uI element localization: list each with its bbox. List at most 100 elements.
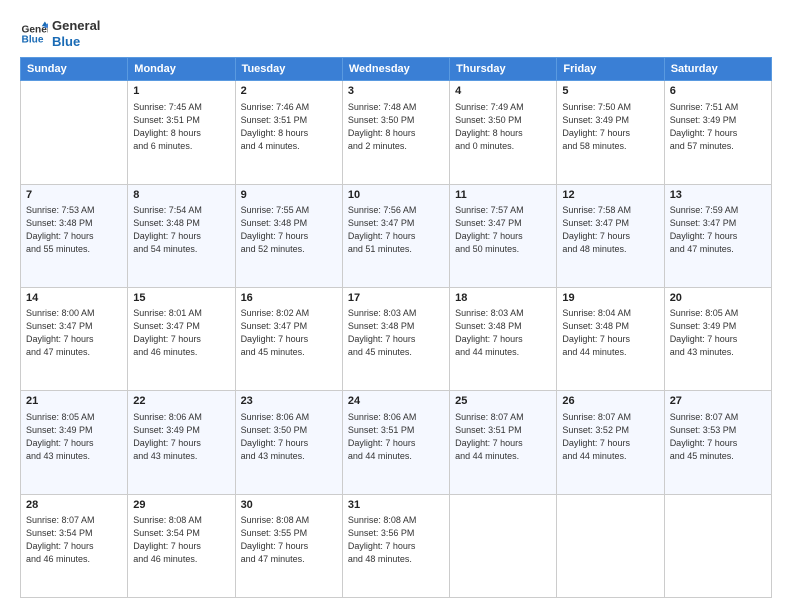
day-info: Sunrise: 7:57 AMSunset: 3:47 PMDaylight:… <box>455 204 551 256</box>
calendar-cell: 24 Sunrise: 8:06 AMSunset: 3:51 PMDayligh… <box>342 391 449 494</box>
calendar-table: SundayMondayTuesdayWednesdayThursdayFrid… <box>20 57 772 598</box>
calendar-cell: 30Sunrise: 8:08 AMSunset: 3:55 PMDayligh… <box>235 494 342 597</box>
day-info: Sunrise: 8:08 AMSunset: 3:54 PMDaylight:… <box>133 514 229 566</box>
day-number: 24 <box>348 394 444 409</box>
calendar-cell: 20Sunrise: 8:05 AMSunset: 3:49 PMDayligh… <box>664 287 771 390</box>
calendar-cell: 13Sunrise: 7:59 AMSunset: 3:47 PMDayligh… <box>664 184 771 287</box>
calendar-cell: 25Sunrise: 8:07 AMSunset: 3:51 PMDayligh… <box>450 391 557 494</box>
day-info: Sunrise: 8:06 AMSunset: 3:50 PMDaylight:… <box>241 411 337 463</box>
calendar-cell: 22Sunrise: 8:06 AMSunset: 3:49 PMDayligh… <box>128 391 235 494</box>
calendar-cell: 5 Sunrise: 7:50 AMSunset: 3:49 PMDaylight… <box>557 81 664 184</box>
day-number: 13 <box>670 188 766 203</box>
day-number: 12 <box>562 188 658 203</box>
day-info: Sunrise: 8:08 AMSunset: 3:56 PMDaylight:… <box>348 514 444 566</box>
day-number: 23 <box>241 394 337 409</box>
day-info: Sunrise: 8:05 AMSunset: 3:49 PMDaylight:… <box>26 411 122 463</box>
day-number: 20 <box>670 291 766 306</box>
day-number: 9 <box>241 188 337 203</box>
logo-icon: General Blue <box>20 20 48 48</box>
calendar-cell: 26 Sunrise: 8:07 AMSunset: 3:52 PMDayligh… <box>557 391 664 494</box>
calendar-cell: 2 Sunrise: 7:46 AMSunset: 3:51 PMDaylight… <box>235 81 342 184</box>
day-number: 4 <box>455 84 551 99</box>
day-number: 10 <box>348 188 444 203</box>
svg-text:Blue: Blue <box>22 34 44 45</box>
calendar-cell: 6 Sunrise: 7:51 AMSunset: 3:49 PMDaylight… <box>664 81 771 184</box>
day-info: Sunrise: 8:06 AMSunset: 3:51 PMDaylight:… <box>348 411 444 463</box>
calendar-cell: 4 Sunrise: 7:49 AMSunset: 3:50 PMDaylight… <box>450 81 557 184</box>
day-info: Sunrise: 7:48 AMSunset: 3:50 PMDaylight:… <box>348 101 444 153</box>
day-number: 6 <box>670 84 766 99</box>
logo: General Blue General Blue <box>20 18 100 49</box>
calendar-cell: 11Sunrise: 7:57 AMSunset: 3:47 PMDayligh… <box>450 184 557 287</box>
day-info: Sunrise: 7:54 AMSunset: 3:48 PMDaylight:… <box>133 204 229 256</box>
calendar-cell: 21Sunrise: 8:05 AMSunset: 3:49 PMDayligh… <box>21 391 128 494</box>
day-info: Sunrise: 7:56 AMSunset: 3:47 PMDaylight:… <box>348 204 444 256</box>
day-number: 27 <box>670 394 766 409</box>
day-of-week-header: Wednesday <box>342 58 449 81</box>
day-number: 17 <box>348 291 444 306</box>
day-info: Sunrise: 7:50 AMSunset: 3:49 PMDaylight:… <box>562 101 658 153</box>
day-of-week-header: Saturday <box>664 58 771 81</box>
calendar-cell: 31Sunrise: 8:08 AMSunset: 3:56 PMDayligh… <box>342 494 449 597</box>
day-number: 26 <box>562 394 658 409</box>
day-info: Sunrise: 8:07 AMSunset: 3:53 PMDaylight:… <box>670 411 766 463</box>
calendar-cell: 28Sunrise: 8:07 AMSunset: 3:54 PMDayligh… <box>21 494 128 597</box>
day-number: 29 <box>133 498 229 513</box>
day-number: 7 <box>26 188 122 203</box>
calendar-cell: 19Sunrise: 8:04 AMSunset: 3:48 PMDayligh… <box>557 287 664 390</box>
calendar-cell: 18Sunrise: 8:03 AMSunset: 3:48 PMDayligh… <box>450 287 557 390</box>
day-info: Sunrise: 7:58 AMSunset: 3:47 PMDaylight:… <box>562 204 658 256</box>
day-info: Sunrise: 8:06 AMSunset: 3:49 PMDaylight:… <box>133 411 229 463</box>
day-info: Sunrise: 8:02 AMSunset: 3:47 PMDaylight:… <box>241 307 337 359</box>
day-number: 11 <box>455 188 551 203</box>
day-of-week-header: Monday <box>128 58 235 81</box>
day-number: 30 <box>241 498 337 513</box>
calendar-cell: 9Sunrise: 7:55 AMSunset: 3:48 PMDaylight… <box>235 184 342 287</box>
day-info: Sunrise: 7:59 AMSunset: 3:47 PMDaylight:… <box>670 204 766 256</box>
day-number: 5 <box>562 84 658 99</box>
calendar-cell: 7Sunrise: 7:53 AMSunset: 3:48 PMDaylight… <box>21 184 128 287</box>
logo-text: General Blue <box>52 18 100 49</box>
day-number: 25 <box>455 394 551 409</box>
calendar-cell: 15Sunrise: 8:01 AMSunset: 3:47 PMDayligh… <box>128 287 235 390</box>
day-number: 1 <box>133 84 229 99</box>
day-info: Sunrise: 7:53 AMSunset: 3:48 PMDaylight:… <box>26 204 122 256</box>
calendar-cell <box>21 81 128 184</box>
calendar-cell <box>557 494 664 597</box>
calendar-header-row: SundayMondayTuesdayWednesdayThursdayFrid… <box>21 58 772 81</box>
calendar-cell: 14Sunrise: 8:00 AMSunset: 3:47 PMDayligh… <box>21 287 128 390</box>
day-info: Sunrise: 7:49 AMSunset: 3:50 PMDaylight:… <box>455 101 551 153</box>
day-of-week-header: Thursday <box>450 58 557 81</box>
calendar-cell: 12Sunrise: 7:58 AMSunset: 3:47 PMDayligh… <box>557 184 664 287</box>
day-info: Sunrise: 8:07 AMSunset: 3:52 PMDaylight:… <box>562 411 658 463</box>
day-info: Sunrise: 8:01 AMSunset: 3:47 PMDaylight:… <box>133 307 229 359</box>
day-info: Sunrise: 7:55 AMSunset: 3:48 PMDaylight:… <box>241 204 337 256</box>
calendar-cell: 17Sunrise: 8:03 AMSunset: 3:48 PMDayligh… <box>342 287 449 390</box>
day-of-week-header: Sunday <box>21 58 128 81</box>
calendar-cell: 10Sunrise: 7:56 AMSunset: 3:47 PMDayligh… <box>342 184 449 287</box>
day-number: 19 <box>562 291 658 306</box>
day-info: Sunrise: 7:51 AMSunset: 3:49 PMDaylight:… <box>670 101 766 153</box>
day-info: Sunrise: 8:03 AMSunset: 3:48 PMDaylight:… <box>455 307 551 359</box>
calendar-cell: 16Sunrise: 8:02 AMSunset: 3:47 PMDayligh… <box>235 287 342 390</box>
day-number: 2 <box>241 84 337 99</box>
day-info: Sunrise: 8:05 AMSunset: 3:49 PMDaylight:… <box>670 307 766 359</box>
day-number: 18 <box>455 291 551 306</box>
calendar-cell <box>450 494 557 597</box>
calendar-cell: 8Sunrise: 7:54 AMSunset: 3:48 PMDaylight… <box>128 184 235 287</box>
calendar-cell <box>664 494 771 597</box>
calendar-week-row: 21Sunrise: 8:05 AMSunset: 3:49 PMDayligh… <box>21 391 772 494</box>
day-number: 16 <box>241 291 337 306</box>
day-of-week-header: Friday <box>557 58 664 81</box>
day-number: 28 <box>26 498 122 513</box>
day-number: 3 <box>348 84 444 99</box>
day-info: Sunrise: 7:46 AMSunset: 3:51 PMDaylight:… <box>241 101 337 153</box>
day-number: 8 <box>133 188 229 203</box>
day-info: Sunrise: 8:04 AMSunset: 3:48 PMDaylight:… <box>562 307 658 359</box>
calendar-cell: 1Sunrise: 7:45 AMSunset: 3:51 PMDaylight… <box>128 81 235 184</box>
calendar-cell: 3 Sunrise: 7:48 AMSunset: 3:50 PMDaylight… <box>342 81 449 184</box>
day-info: Sunrise: 8:03 AMSunset: 3:48 PMDaylight:… <box>348 307 444 359</box>
calendar-cell: 23 Sunrise: 8:06 AMSunset: 3:50 PMDayligh… <box>235 391 342 494</box>
calendar-week-row: 1Sunrise: 7:45 AMSunset: 3:51 PMDaylight… <box>21 81 772 184</box>
day-info: Sunrise: 8:07 AMSunset: 3:54 PMDaylight:… <box>26 514 122 566</box>
